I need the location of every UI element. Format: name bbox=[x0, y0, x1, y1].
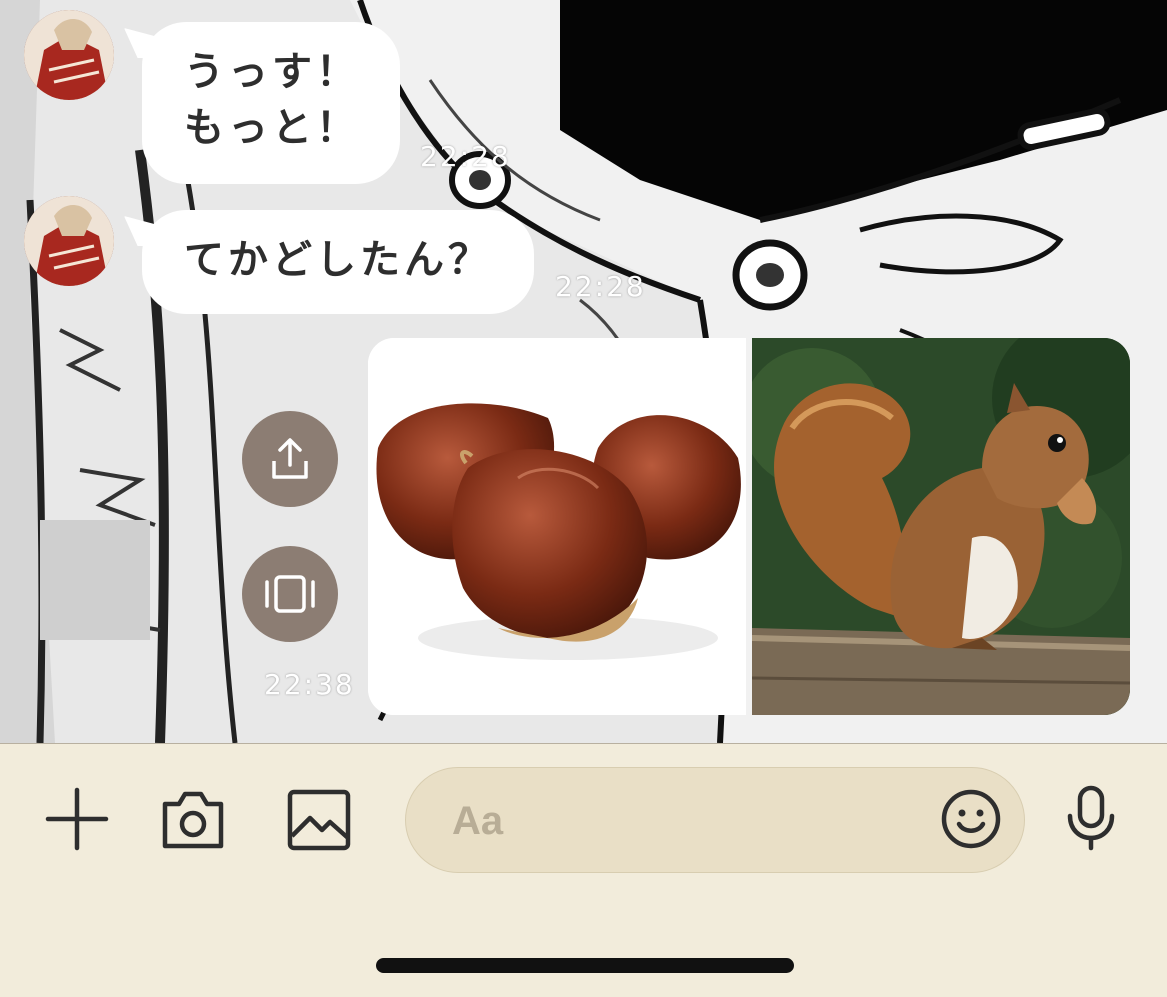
carousel-icon bbox=[265, 575, 315, 613]
photo-squirrel[interactable] bbox=[752, 338, 1130, 715]
message-text-line: もっと！ bbox=[184, 105, 360, 151]
microphone-icon[interactable] bbox=[1062, 784, 1120, 852]
sender-avatar[interactable] bbox=[24, 196, 114, 286]
carousel-view-button[interactable] bbox=[242, 546, 338, 642]
message-bubble[interactable]: てかどしたん？ bbox=[142, 210, 534, 314]
message-bubble[interactable]: うっす！ もっと！ bbox=[142, 22, 400, 184]
squirrel-image bbox=[752, 338, 1130, 715]
photo-chestnuts[interactable] bbox=[368, 338, 746, 715]
share-button[interactable] bbox=[242, 411, 338, 507]
message-input[interactable] bbox=[450, 790, 914, 852]
chat-area[interactable]: うっす！ もっと！ 22:28 てかどしたん？ 22:28 22:38 bbox=[0, 0, 1167, 743]
message-text-line: うっす！ bbox=[184, 49, 360, 95]
plus-icon[interactable] bbox=[44, 786, 110, 852]
chestnut-image bbox=[368, 338, 746, 715]
message-timestamp: 22:28 bbox=[555, 270, 646, 303]
camera-icon[interactable] bbox=[159, 788, 227, 852]
smiley-icon[interactable] bbox=[940, 788, 1002, 850]
avatar-image bbox=[24, 10, 114, 100]
home-indicator[interactable] bbox=[376, 958, 794, 973]
sender-avatar[interactable] bbox=[24, 10, 114, 100]
message-timestamp: 22:28 bbox=[420, 140, 511, 173]
message-input-field[interactable] bbox=[405, 767, 1025, 873]
image-icon[interactable] bbox=[286, 788, 352, 852]
share-icon bbox=[272, 438, 308, 479]
avatar-image bbox=[24, 196, 114, 286]
message-timestamp: 22:38 bbox=[264, 668, 355, 701]
message-text-line: てかどしたん？ bbox=[184, 237, 492, 283]
